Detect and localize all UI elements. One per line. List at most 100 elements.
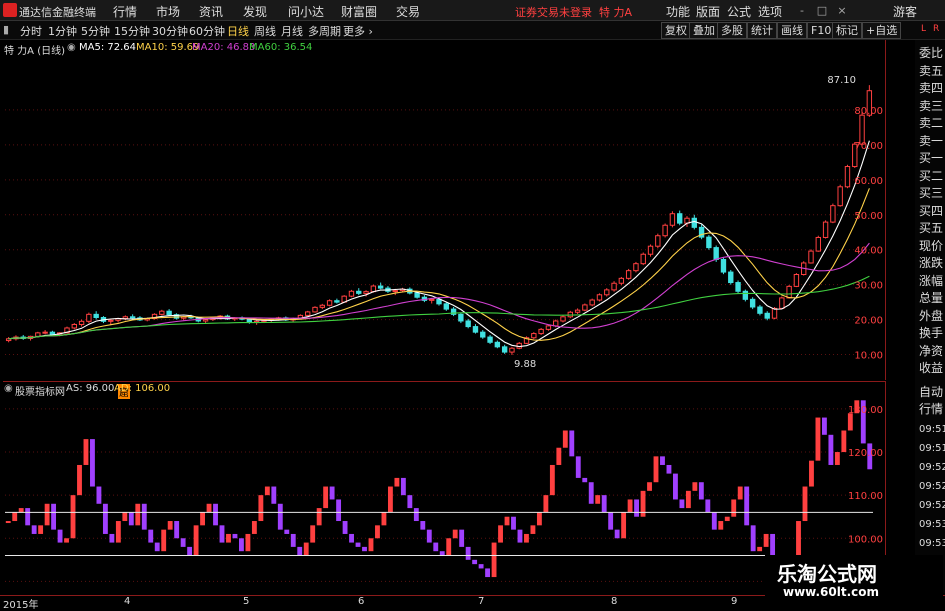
y-tick-label: 120.00 [848, 448, 883, 459]
indicator-bar [38, 525, 44, 534]
menu-wealth[interactable]: 财富圈 [341, 3, 377, 20]
candle-body [757, 306, 763, 314]
indicator-bar [135, 503, 141, 526]
y-tick-label: 80.00 [854, 106, 883, 117]
quote-label-2[interactable]: 卖四 [919, 82, 943, 95]
menu-formula[interactable]: 公式 [727, 3, 751, 20]
adjust-button[interactable]: 复权 [661, 22, 691, 39]
guest-label[interactable]: 游客 [893, 3, 917, 20]
add-favorite-button[interactable]: +自选 [862, 22, 902, 39]
y-tick-label: 40.00 [854, 246, 883, 257]
period-monthly[interactable]: 月线 [281, 23, 303, 39]
multi-stock-button[interactable]: 多股 [717, 22, 747, 39]
candle-body [749, 298, 756, 308]
period-multi[interactable]: 多周期 [308, 23, 341, 39]
quote-label-11[interactable]: 现价 [919, 239, 943, 253]
overlay-button[interactable]: 叠加 [689, 22, 719, 39]
candle-body [429, 298, 435, 301]
period-intraday[interactable]: 分时 [20, 23, 42, 39]
quote-label-16[interactable]: 换手 [919, 327, 943, 340]
quote-label-19[interactable]: 自动 [919, 386, 943, 399]
quote-label-10[interactable]: 买五 [919, 222, 943, 235]
period-weekly[interactable]: 周线 [254, 23, 276, 39]
indicator-bar [459, 529, 465, 547]
indicator-bar [420, 521, 426, 530]
menu-discover[interactable]: 发现 [243, 3, 267, 20]
toolbar-toggle-icon[interactable]: ▮ [3, 23, 9, 36]
menu-ask[interactable]: 问小达 [288, 3, 324, 20]
candle-body [334, 300, 340, 303]
period-60min[interactable]: 60分钟 [189, 23, 225, 39]
indicator-chart[interactable]: 90.00100.00110.00120.00130.00 [3, 382, 885, 594]
candle-body [538, 328, 544, 335]
candle-body [509, 347, 515, 353]
panel-right-icon[interactable]: R [933, 24, 939, 34]
minimize-button[interactable]: - [795, 4, 809, 17]
quote-label-14[interactable]: 总量 [919, 292, 943, 305]
quote-label-1[interactable]: 卖五 [919, 64, 943, 78]
period-5min[interactable]: 5分钟 [81, 23, 110, 39]
period-daily[interactable]: 日线 [227, 23, 249, 39]
candle-body [159, 310, 165, 315]
quote-label-12[interactable]: 涨跌 [919, 257, 943, 270]
menu-layout[interactable]: 版面 [696, 3, 720, 20]
menu-market[interactable]: 市场 [156, 3, 180, 20]
indicator-bar [588, 482, 594, 504]
candle-body [414, 292, 420, 298]
menu-function[interactable]: 功能 [666, 3, 690, 20]
maximize-button[interactable]: □ [815, 4, 829, 17]
indicator-bar [226, 533, 231, 543]
indicator-bar [413, 508, 419, 522]
menu-trade[interactable]: 交易 [396, 3, 420, 20]
quote-label-17[interactable]: 净资 [919, 344, 943, 358]
indicator-bar [724, 516, 730, 522]
indicator-bar [5, 521, 11, 524]
indicator-bar [711, 512, 717, 530]
period-more[interactable]: 更多 › [343, 23, 373, 39]
menu-news[interactable]: 资讯 [199, 3, 223, 20]
quote-label-15[interactable]: 外盘 [919, 309, 943, 323]
period-15min[interactable]: 15分钟 [114, 23, 150, 39]
quote-label-6[interactable]: 买一 [919, 152, 943, 165]
quote-label-0[interactable]: 委比 [919, 47, 943, 60]
period-30min[interactable]: 30分钟 [152, 23, 188, 39]
quote-label-8[interactable]: 买三 [919, 187, 943, 200]
indicator-settings-icon[interactable]: ◉ [4, 383, 13, 394]
stats-button[interactable]: 统计 [747, 22, 777, 39]
main-chart-pane[interactable]: 87.10 9.88 10.00 20.00 30.00 40.00 50.00 60.00 7… [3, 40, 886, 380]
mark-button[interactable]: 标记 [832, 22, 862, 39]
quote-label-3[interactable]: 卖三 [919, 99, 943, 113]
settings-dot-icon[interactable]: ◉ [67, 42, 76, 53]
indicator-bar [375, 525, 380, 539]
indicator-pane[interactable]: 90.00100.00110.00120.00130.00 [3, 381, 886, 594]
period-1min[interactable]: 1分钟 [48, 23, 77, 39]
indicator-bar [349, 533, 354, 543]
quote-label-9[interactable]: 买四 [919, 204, 943, 218]
quote-label-7[interactable]: 买二 [919, 169, 943, 183]
draw-line-button[interactable]: 画线 [777, 22, 807, 39]
menu-options[interactable]: 选项 [758, 3, 782, 20]
indicator-bar [562, 430, 568, 448]
candle-body [713, 247, 719, 260]
candle-body [728, 271, 734, 284]
panel-left-icon[interactable]: L [921, 24, 926, 34]
candle-body [78, 320, 85, 325]
quote-label-18[interactable]: 收益 [919, 362, 943, 375]
app-logo-icon [3, 3, 17, 17]
candlestick-chart[interactable]: 87.10 9.88 10.00 20.00 30.00 40.00 50.00 60.00 7… [3, 40, 885, 380]
quote-label-20[interactable]: 行情 [919, 403, 943, 416]
menu-hangqing[interactable]: 行情 [113, 3, 137, 20]
candle-body [640, 253, 646, 265]
y-tick-label: 20.00 [854, 316, 883, 327]
indicator-bar [394, 477, 400, 487]
indicator-bar [815, 417, 821, 461]
candle-body [370, 285, 377, 293]
quote-label-5[interactable]: 卖一 [919, 134, 943, 148]
ma-line-ma5 [8, 140, 870, 348]
candle-body [377, 285, 384, 289]
indicator-bar [556, 447, 562, 465]
close-button[interactable]: × [835, 4, 849, 17]
quote-label-13[interactable]: 涨幅 [919, 274, 943, 288]
indicator-bar [439, 551, 445, 556]
quote-label-4[interactable]: 卖二 [919, 117, 943, 130]
